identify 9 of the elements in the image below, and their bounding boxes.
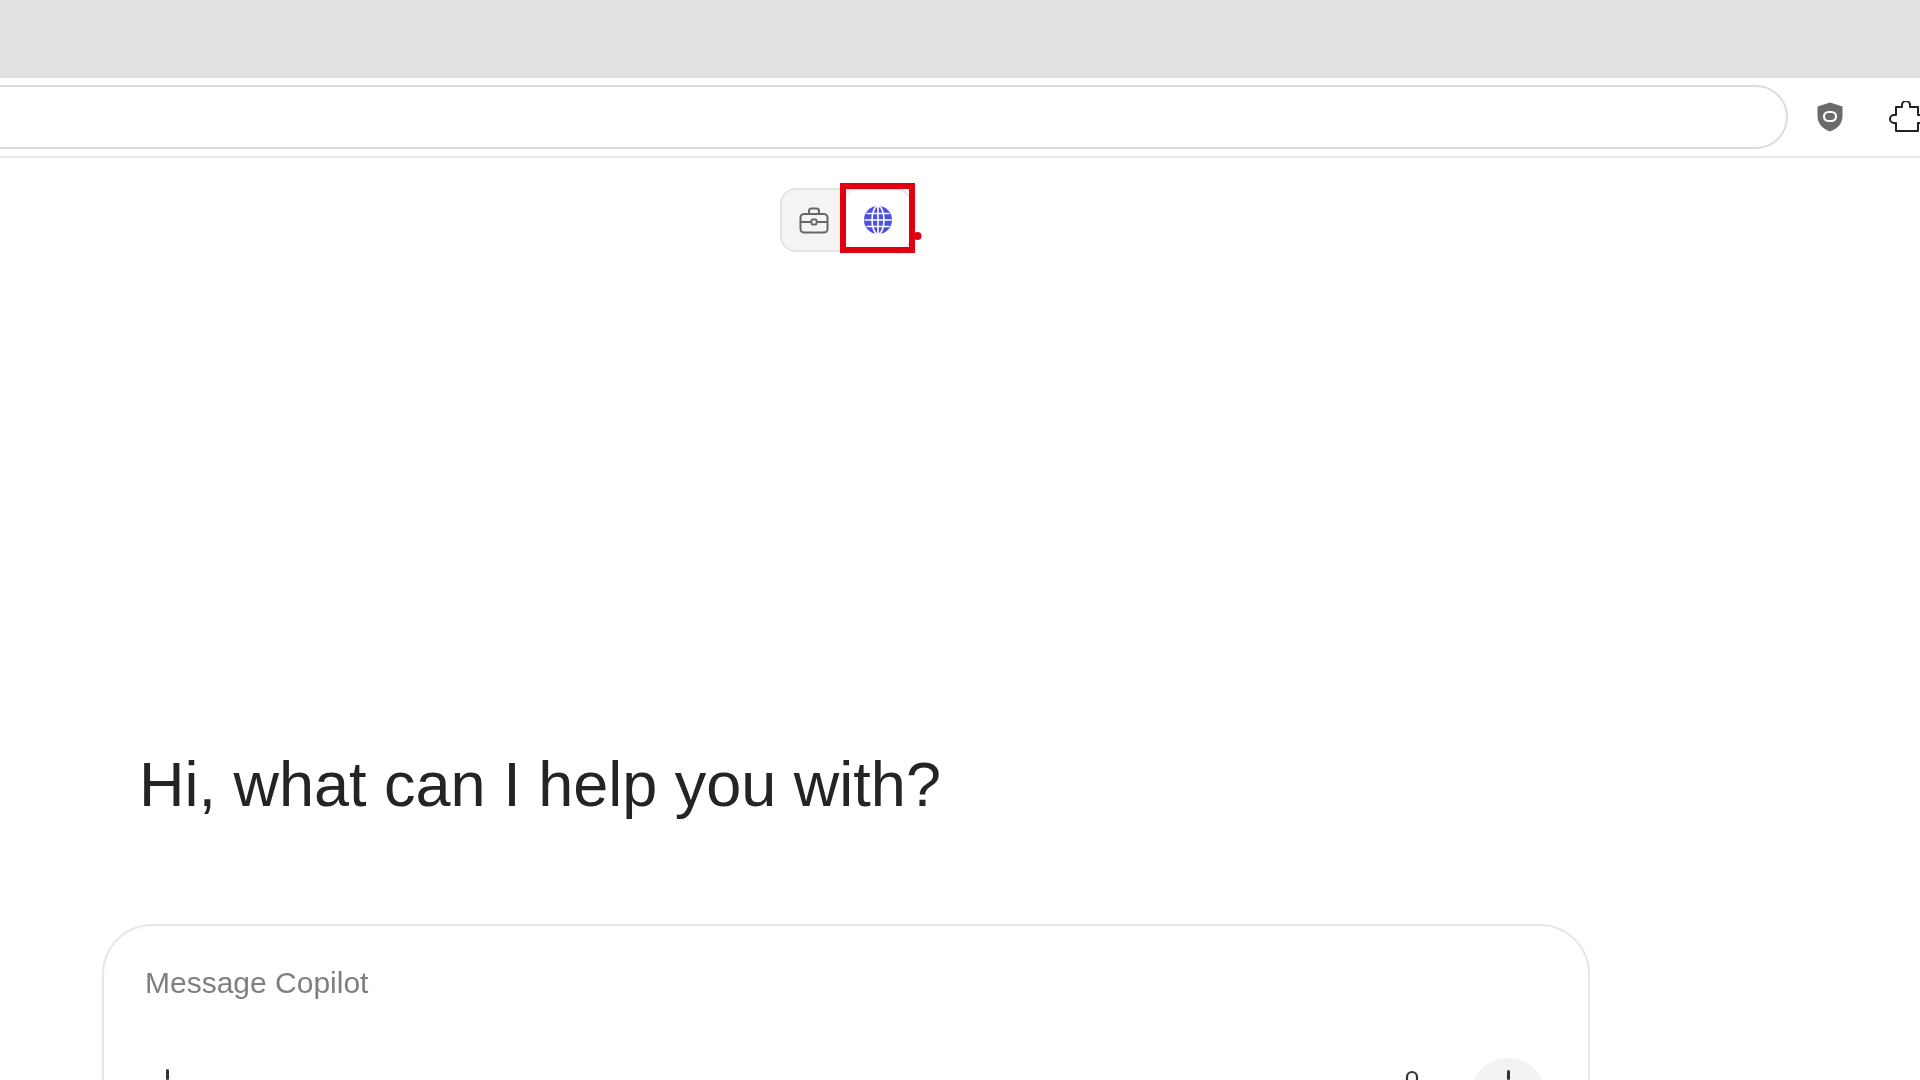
shield-icon[interactable] bbox=[1817, 102, 1843, 132]
microphone-icon[interactable] bbox=[1403, 1069, 1421, 1080]
puzzle-icon[interactable] bbox=[1888, 101, 1920, 133]
greeting-heading: Hi, what can I help you with? bbox=[138, 748, 941, 821]
globe-icon bbox=[863, 205, 893, 235]
briefcase-icon bbox=[799, 206, 829, 234]
arrow-up-icon bbox=[1506, 1069, 1510, 1080]
message-input[interactable]: Message Copilot bbox=[145, 962, 1445, 1003]
plus-icon[interactable] bbox=[166, 1068, 169, 1080]
